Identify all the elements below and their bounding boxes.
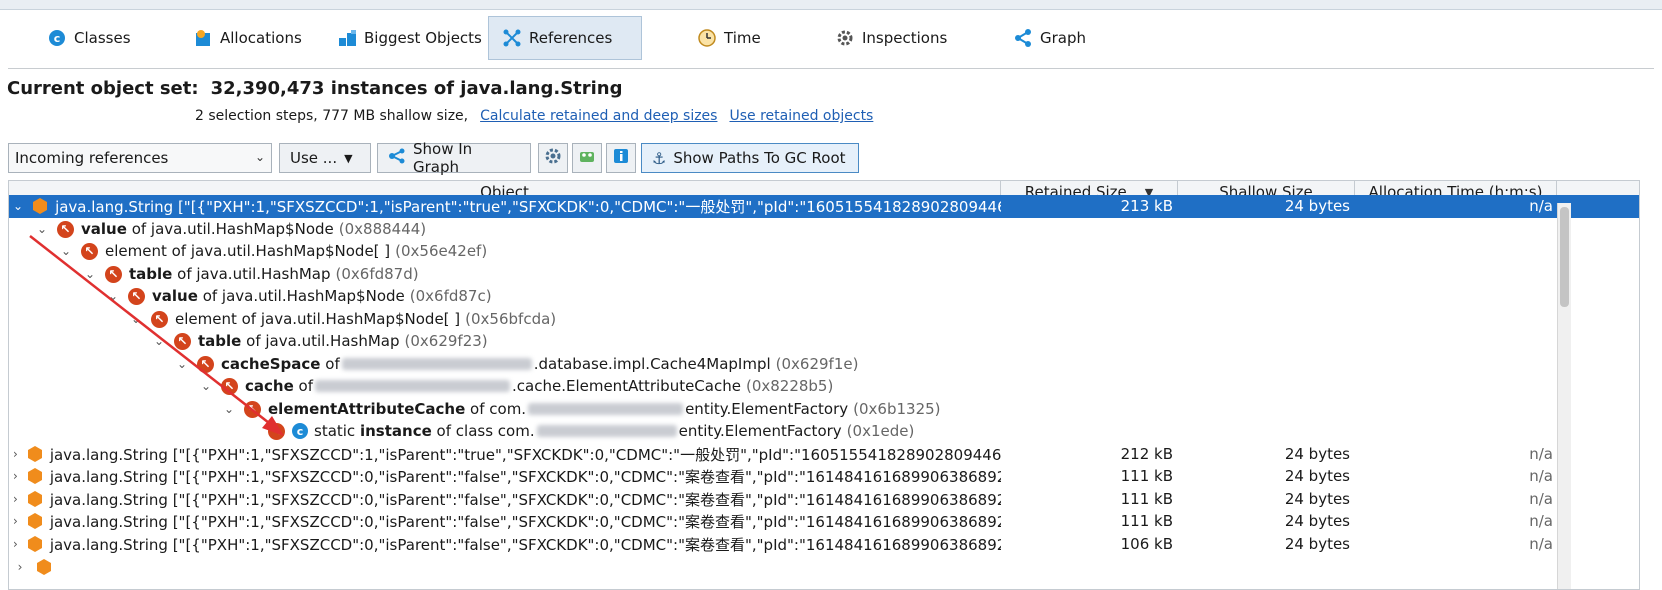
annotation-arrow [29, 235, 284, 436]
